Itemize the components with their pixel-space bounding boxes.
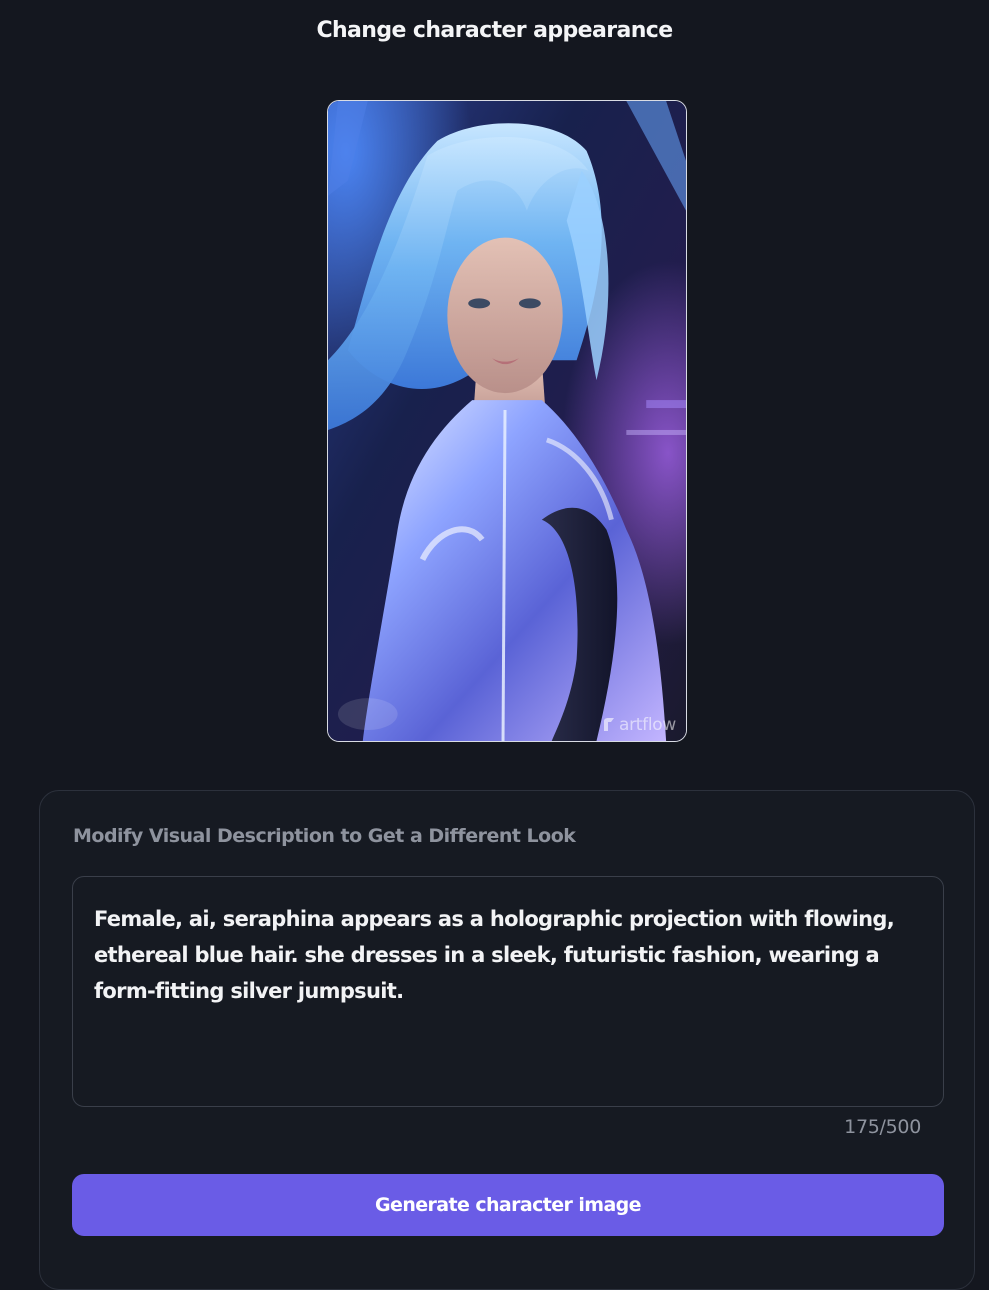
portrait-illustration xyxy=(328,101,686,741)
character-portrait-image: artflow xyxy=(327,100,687,742)
generate-character-image-button[interactable]: Generate character image xyxy=(72,1174,944,1236)
visual-description-textarea[interactable]: Female, ai, seraphina appears as a holog… xyxy=(72,876,944,1107)
description-label: Modify Visual Description to Get a Diffe… xyxy=(73,825,576,847)
watermark-text: artflow xyxy=(619,715,676,735)
character-counter: 175/500 xyxy=(844,1116,921,1138)
artflow-watermark: artflow xyxy=(602,715,676,735)
artflow-logo-icon xyxy=(604,718,614,731)
appearance-form-card: Modify Visual Description to Get a Diffe… xyxy=(39,790,975,1290)
page-title: Change character appearance xyxy=(316,18,673,43)
